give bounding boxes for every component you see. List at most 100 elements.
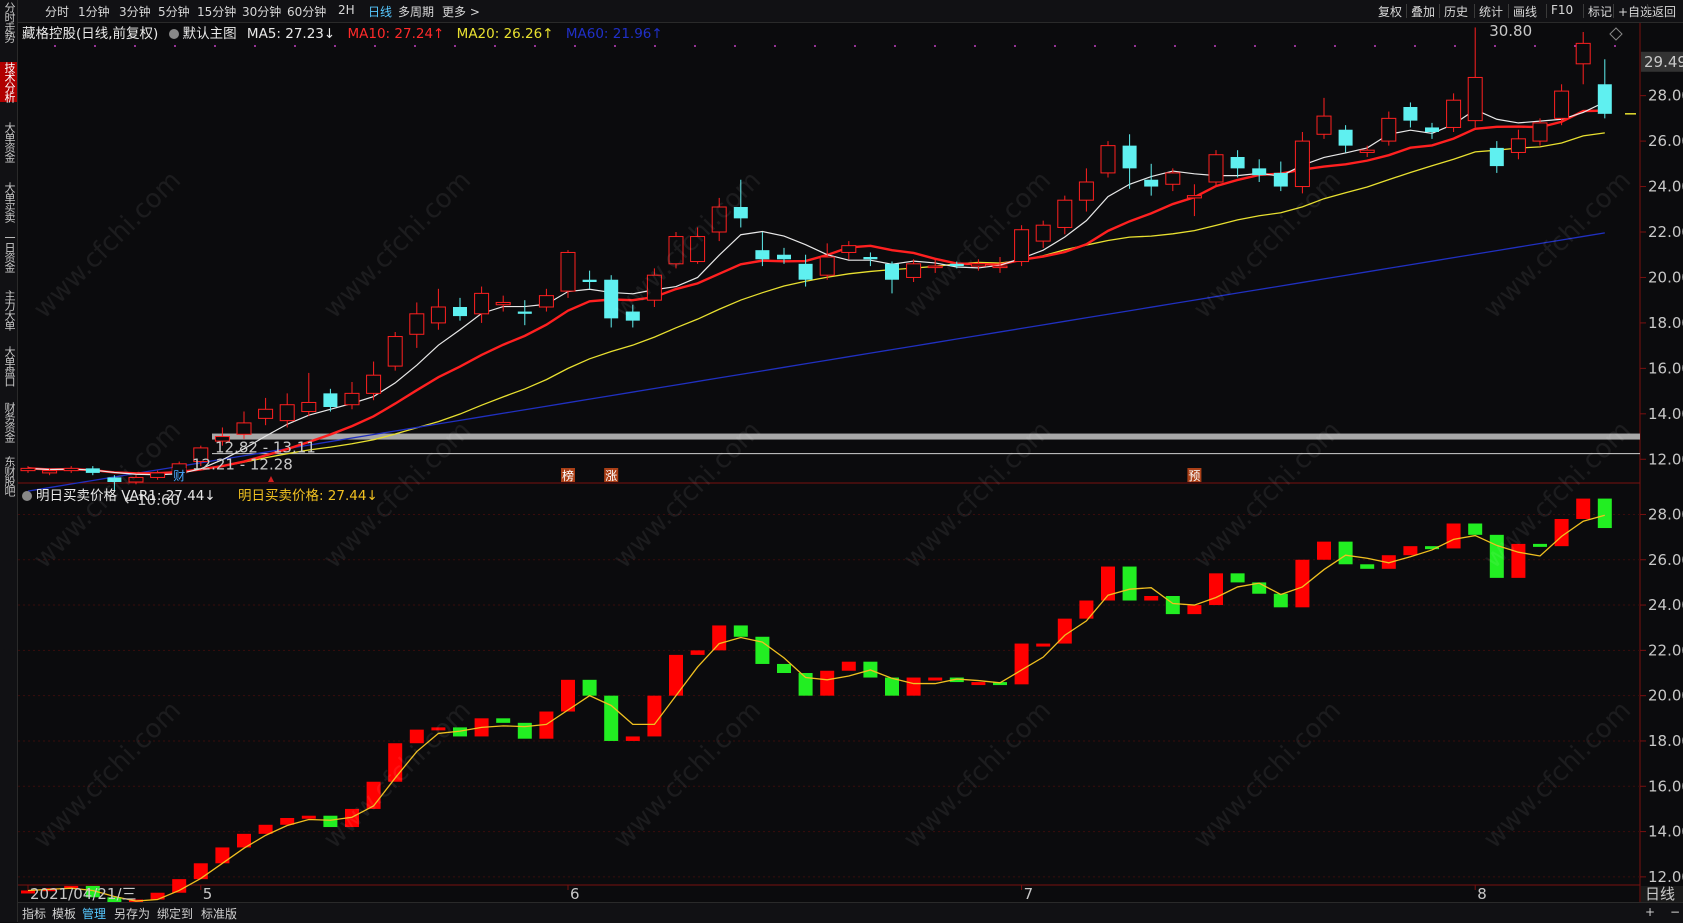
y-tick-label: 24.00 — [1648, 596, 1683, 614]
bottom-tab-2[interactable]: 管理 — [82, 905, 106, 922]
left-tab-8[interactable]: 东财股吧 — [0, 456, 17, 496]
period-tab-10[interactable]: 更多 > — [442, 3, 480, 20]
period-tab-7[interactable]: 2H — [338, 3, 355, 17]
bottom-tab-0[interactable]: 指标 — [22, 905, 46, 922]
period-tab-1[interactable]: 1分钟 — [78, 3, 110, 20]
candle — [1489, 141, 1504, 173]
candle-body — [517, 311, 532, 314]
candle-body — [1144, 179, 1159, 187]
period-tab-9[interactable]: 多周期 — [398, 3, 434, 20]
toolbar-button-1[interactable]: 叠加 — [1411, 3, 1435, 20]
candle — [301, 372, 317, 417]
zoom-in-button[interactable]: + — [1645, 905, 1655, 919]
marker-dot — [454, 45, 456, 47]
candle-body — [1338, 129, 1353, 146]
last-price-label: 29.49 — [1644, 53, 1683, 71]
marker-dot — [1174, 45, 1176, 47]
indicator-bar — [625, 736, 640, 741]
period-tab-4[interactable]: 15分钟 — [197, 3, 236, 20]
left-tab-5[interactable]: 主力大单 — [0, 290, 17, 330]
event-marker: 榜 — [562, 468, 574, 483]
toolbar-button-8[interactable]: 返回 — [1652, 3, 1676, 20]
ma10-line — [27, 109, 1605, 475]
stock-title[interactable]: 藏格控股(日线,前复权) — [22, 26, 158, 42]
bottom-tab-4[interactable]: 绑定到 — [157, 905, 193, 922]
candle-body — [430, 306, 446, 324]
y-tick-label: 14.00 — [1648, 405, 1683, 423]
candle — [1035, 220, 1051, 248]
indicator-bar — [777, 663, 791, 674]
y-tick-label: 22.00 — [1648, 223, 1683, 241]
indicator-bar — [820, 670, 835, 696]
toolbar-button-4[interactable]: 画线 — [1513, 3, 1537, 20]
candle-body — [819, 256, 835, 276]
period-tab-2[interactable]: 3分钟 — [119, 3, 151, 20]
left-tab-3[interactable]: 大单买卖 — [0, 182, 17, 222]
candle-body — [1078, 181, 1094, 201]
template-name[interactable]: 默认主图 — [183, 26, 237, 42]
indicator-bar — [1209, 573, 1223, 606]
toolbar-button-6[interactable]: 标记 — [1588, 3, 1612, 20]
marker-dot — [1494, 45, 1496, 47]
toolbar-button-5[interactable]: F10 — [1551, 3, 1573, 17]
period-tab-6[interactable]: 60分钟 — [287, 3, 326, 20]
indicator-gear-icon[interactable] — [22, 491, 32, 501]
marker-dot — [694, 45, 696, 47]
candle-body — [1489, 147, 1504, 167]
template-gear-icon[interactable] — [168, 29, 179, 39]
candle-body — [495, 301, 511, 306]
candle — [258, 397, 274, 426]
candle — [819, 243, 835, 280]
candle-body — [777, 254, 791, 260]
left-tab-7[interactable]: 财务资金 — [0, 402, 17, 442]
left-tab-2[interactable]: 大单资金 — [0, 122, 17, 162]
period-tab-0[interactable]: 分时 — [45, 3, 69, 20]
period-box-label: 日线 — [1645, 885, 1675, 902]
toolbar-button-2[interactable]: 历史 — [1444, 3, 1468, 20]
y-tick-label: 28.00 — [1648, 87, 1683, 105]
candle-body — [150, 472, 166, 478]
high-price-label: 30.80 — [1489, 22, 1532, 40]
left-tab-0[interactable]: 分时走势 — [0, 2, 17, 42]
period-tab-3[interactable]: 5分钟 — [158, 3, 190, 20]
marker-dot — [94, 45, 96, 47]
toolbar-button-0[interactable]: 复权 — [1378, 3, 1402, 20]
candle — [560, 250, 576, 298]
candle-body — [301, 401, 317, 413]
marker-dot — [134, 45, 136, 47]
marker-dot — [934, 45, 936, 47]
indicator-bar — [1403, 546, 1418, 556]
candle-body — [906, 263, 922, 278]
zoom-out-button[interactable]: − — [1670, 905, 1680, 919]
candle-body — [409, 313, 425, 335]
left-tab-1[interactable]: 技术分析 — [0, 62, 17, 102]
marker-dot — [1294, 45, 1296, 47]
indicator-bar — [733, 625, 748, 637]
indicator-bar — [1273, 593, 1288, 608]
marker-dot — [1454, 45, 1456, 47]
candle-body — [1035, 224, 1051, 242]
candle-body — [885, 263, 899, 280]
toolbar-button-3[interactable]: 统计 — [1479, 3, 1503, 20]
candle-body — [1597, 84, 1612, 114]
bottom-tab-3[interactable]: 另存为 — [114, 905, 150, 922]
bottom-tab-1[interactable]: 模板 — [52, 905, 76, 922]
candle — [1359, 145, 1375, 157]
candle — [344, 382, 360, 410]
candle-body — [236, 422, 252, 435]
period-tab-8[interactable]: 日线 — [368, 3, 392, 20]
candle — [1316, 97, 1332, 139]
y-tick-label: 14.00 — [1648, 823, 1683, 841]
candle — [1338, 125, 1353, 153]
chart-canvas[interactable]: 30.80←10.6012.82 - 13.1112.21 - 12.28财榜涨… — [0, 0, 1683, 902]
candle-body — [1230, 157, 1245, 169]
period-tab-5[interactable]: 30分钟 — [242, 3, 281, 20]
left-tab-4[interactable]: 一日资金 — [0, 232, 17, 272]
marker-dot — [1374, 45, 1376, 47]
bottom-tab-5[interactable]: 标准版 — [201, 905, 237, 922]
indicator-name[interactable]: 明日买卖价格 — [36, 488, 117, 504]
marker-dot — [734, 45, 736, 47]
y-tick-label: 18.00 — [1648, 732, 1683, 750]
left-tab-6[interactable]: 大单盘口 — [0, 346, 17, 386]
ma20-line — [27, 132, 1605, 474]
